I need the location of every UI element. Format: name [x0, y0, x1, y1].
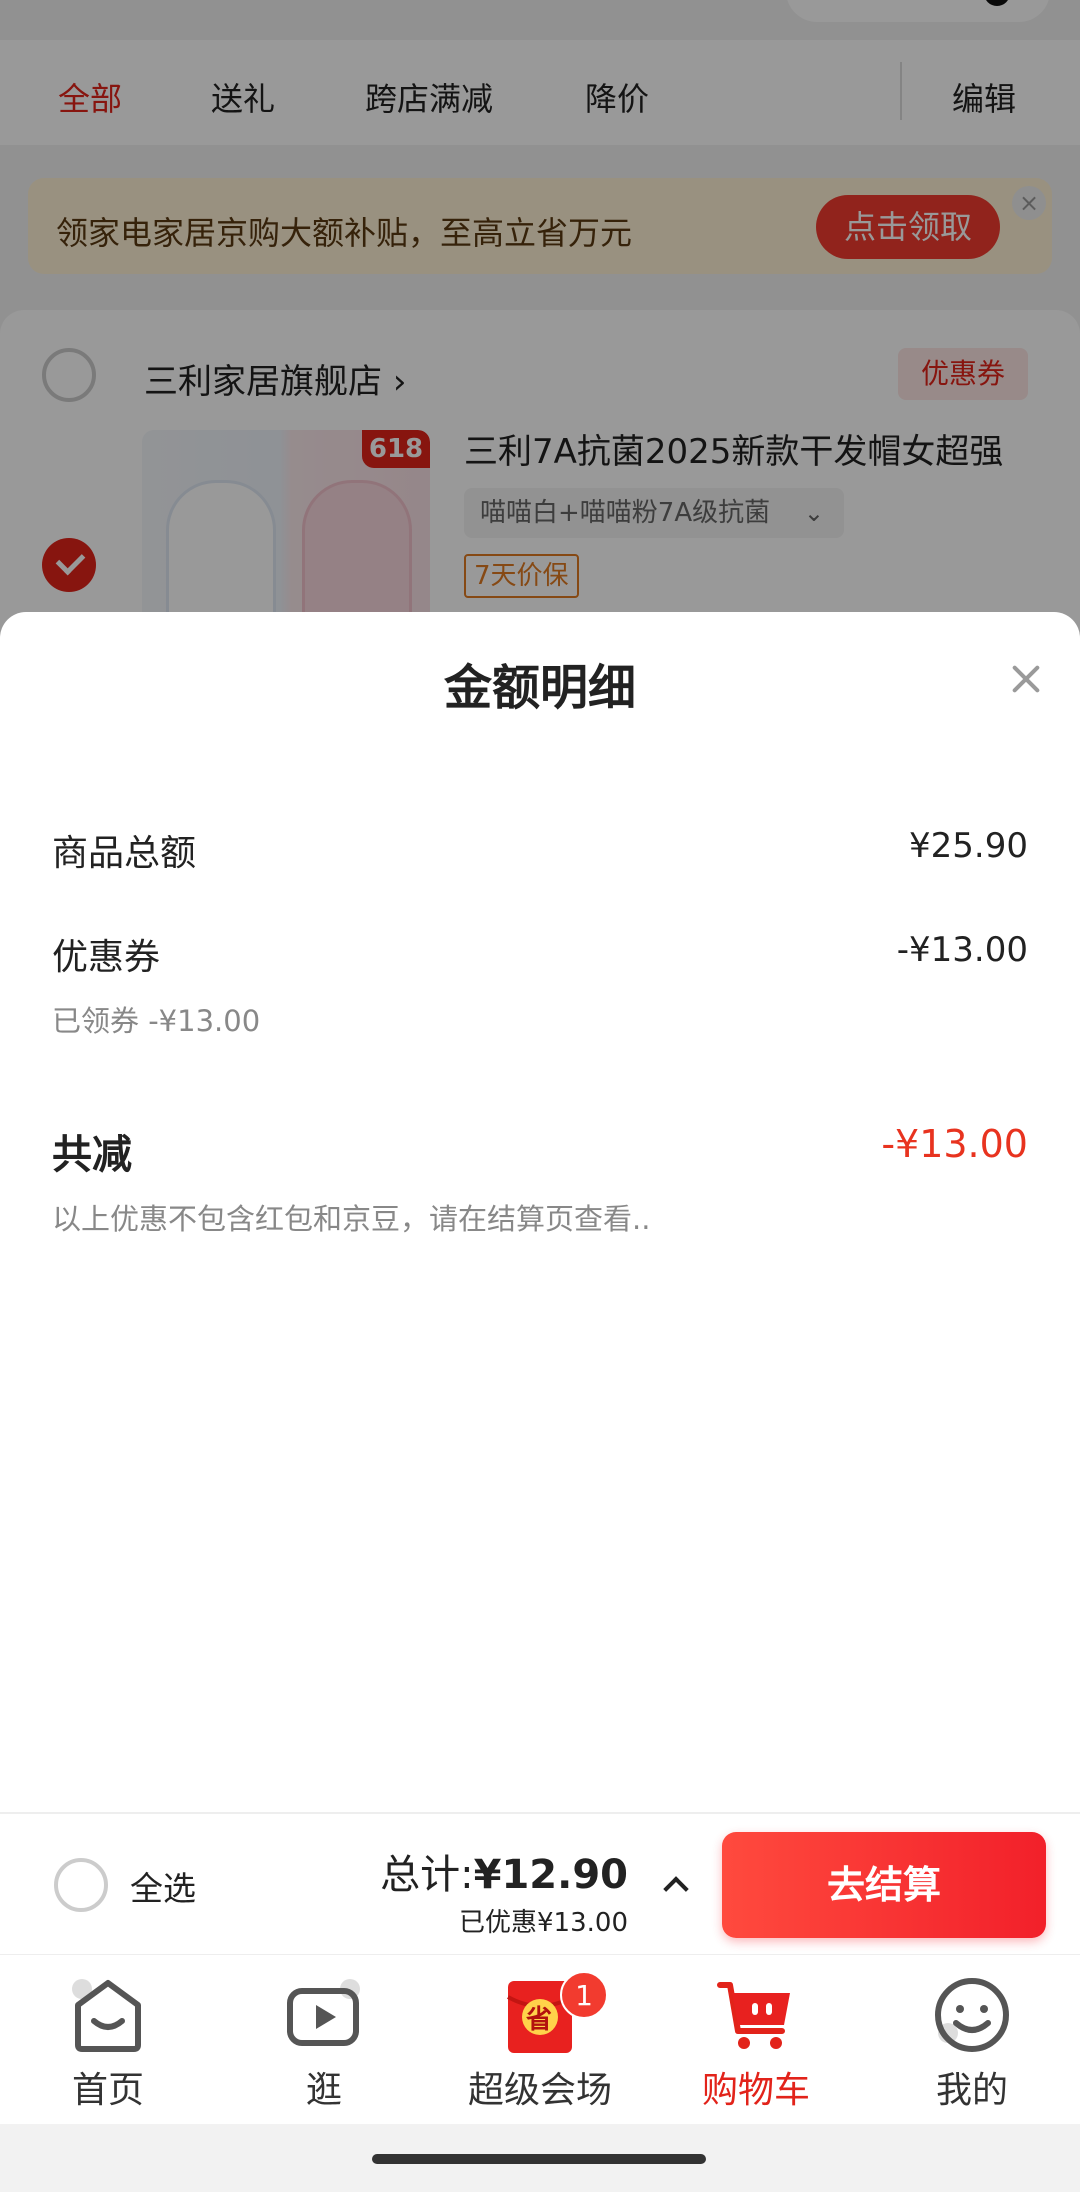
discount-disclaimer: 以上优惠不包含红包和京豆，请在结算页查看.. [52, 1202, 651, 1236]
checkout-button[interactable]: 去结算 [722, 1832, 1046, 1938]
close-icon[interactable] [1002, 654, 1052, 704]
envelope-label: 省 [526, 2005, 553, 2035]
goods-total-label: 商品总额 [52, 833, 197, 874]
nav-badge-count: 1 [560, 1971, 608, 2019]
total-reduce-label: 共减 [52, 1132, 132, 1178]
nav-item-browse[interactable]: 逛 [216, 1955, 432, 2125]
nav-label-browse: 逛 [305, 2070, 342, 2111]
total-reduce-value: -¥13.00 [881, 1122, 1028, 1166]
goods-total-value: ¥25.90 [909, 826, 1028, 866]
coupon-label: 优惠券 [52, 937, 161, 978]
nav-label-home: 首页 [71, 2070, 144, 2111]
nav-label-super-venue: 超级会场 [467, 2070, 612, 2111]
select-all-radio[interactable] [54, 1858, 108, 1912]
nav-item-home[interactable]: 首页 [0, 1955, 216, 2125]
total-amount: ¥12.90 [473, 1852, 628, 1898]
video-play-icon [287, 1979, 360, 2046]
sheet-title: 金额明细 [443, 660, 636, 716]
checkout-bar: 全选 总计:¥12.90 已优惠¥13.00 去结算 [0, 1812, 1080, 1954]
home-indicator[interactable] [372, 2154, 706, 2164]
bottom-nav: 首页 逛 省 1 超级会场 购物车 我的 [0, 1954, 1080, 2124]
total-price: 总计:¥12.90 [380, 1842, 628, 1900]
nav-item-cart[interactable]: 购物车 [648, 1955, 864, 2125]
smiley-profile-icon [935, 1978, 1009, 2052]
saved-amount: 已优惠¥13.00 [459, 1908, 628, 1938]
total-prefix: 总计: [380, 1852, 474, 1898]
nav-label-cart: 购物车 [701, 2070, 810, 2111]
nav-label-profile: 我的 [935, 2070, 1008, 2111]
nav-item-profile[interactable]: 我的 [864, 1955, 1080, 2125]
select-all-label[interactable]: 全选 [130, 1862, 196, 1910]
home-indicator-area [0, 2124, 1080, 2192]
coupon-claimed-note: 已领券 -¥13.00 [52, 1004, 261, 1038]
nav-item-super-venue[interactable]: 省 1 超级会场 [432, 1955, 648, 2125]
cart-icon [717, 1982, 790, 2049]
coupon-value: -¥13.00 [896, 930, 1028, 970]
chevron-up-icon[interactable] [660, 1870, 690, 1900]
home-icon [72, 1979, 141, 2052]
